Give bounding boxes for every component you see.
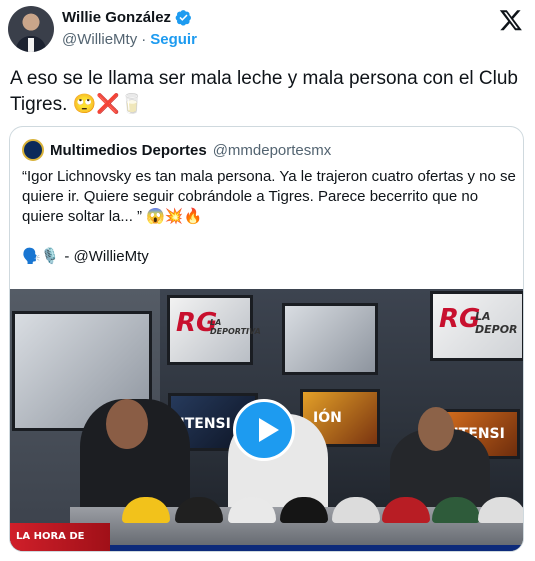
cap: [332, 497, 380, 523]
wall-text: IÓN: [313, 410, 342, 426]
banner-text: LA HORA DE: [16, 531, 85, 542]
quoted-body: “Igor Lichnovsky es tan mala persona. Ya…: [22, 168, 516, 225]
quoted-text-emojis: 😱💥🔥: [146, 208, 203, 225]
tweet-emojis: 🙄❌🥛: [72, 94, 144, 115]
speaking-mic-emojis: 🗣️🎙️: [22, 248, 60, 265]
quoted-tweet[interactable]: Multimedios Deportes @mmdeportesmx “Igor…: [9, 126, 524, 552]
station-logo-sub: LA DEPORTIVA: [210, 318, 261, 336]
x-logo-icon[interactable]: [499, 8, 523, 32]
lower-third-bar: [110, 545, 523, 551]
author-handle-row: @WillieMty · Seguir: [62, 31, 197, 48]
tweet-text: A eso se le llama ser mala leche y mala …: [10, 66, 520, 118]
avatar-shirt: [28, 38, 34, 52]
quoted-name: Multimedios Deportes: [50, 141, 207, 159]
quoted-avatar[interactable]: [22, 139, 44, 161]
quoted-signature: 🗣️🎙️ - @WillieMty: [22, 247, 149, 266]
follow-button[interactable]: Seguir: [150, 31, 197, 48]
studio-screen: [282, 303, 378, 375]
station-logo-sub: LA DEPOR: [475, 310, 518, 336]
quoted-text: “Igor Lichnovsky es tan mala persona. Ya…: [22, 167, 516, 227]
quoted-header: Multimedios Deportes @mmdeportesmx: [22, 139, 331, 161]
studio-screen: RG LA DEPOR: [430, 291, 523, 361]
signature-handle: - @WillieMty: [64, 247, 149, 265]
author-name-row: Willie González: [62, 9, 192, 26]
author-name[interactable]: Willie González: [62, 9, 171, 26]
quoted-handle: @mmdeportesmx: [212, 141, 332, 159]
dot-separator: ·: [141, 31, 147, 48]
author-avatar[interactable]: [8, 6, 54, 52]
verified-badge-icon: [175, 10, 191, 26]
video-player[interactable]: RG LA DEPORTIVA RG LA DEPOR NTENSI IÓN N…: [10, 289, 523, 551]
host-right-head: [418, 407, 454, 451]
show-banner: LA HORA DE: [10, 523, 110, 551]
play-icon[interactable]: [233, 399, 295, 461]
author-handle[interactable]: @WillieMty: [62, 31, 137, 48]
host-left-head: [106, 399, 148, 449]
studio-screen: RG LA DEPORTIVA: [167, 295, 261, 365]
tweet-header: Willie González @WillieMty · Seguir: [8, 6, 527, 54]
